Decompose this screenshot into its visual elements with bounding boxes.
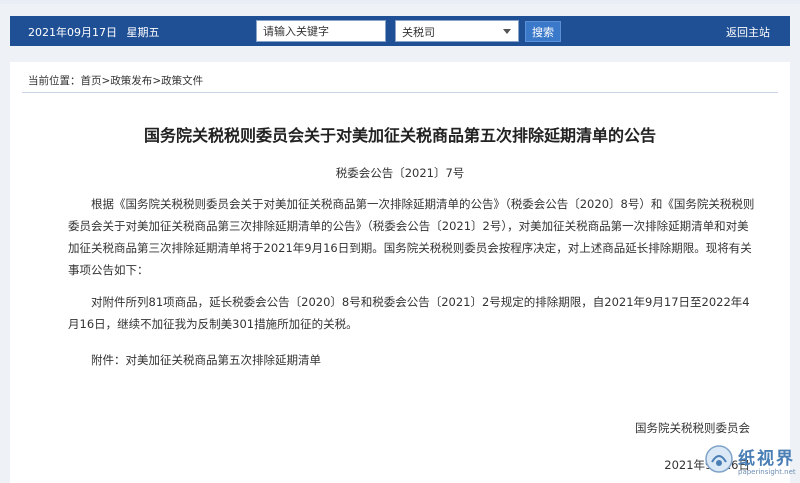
article-title: 国务院关税税则委员会关于对美加征关税商品第五次排除延期清单的公告 — [143, 126, 656, 145]
watermark-emblem-icon — [705, 445, 733, 473]
article-paragraph: 对附件所列81项商品，延长税委会公告〔2020〕8号和税委会公告〔2021〕2号… — [68, 295, 750, 331]
breadcrumb-divider — [22, 92, 778, 93]
top-nav-bar: 2021年09月17日 星期五 关税司 搜索 返回主站 — [10, 16, 790, 46]
top-band — [0, 0, 800, 4]
breadcrumb-policy-docs[interactable]: 政策文件 — [161, 75, 203, 87]
return-home-link[interactable]: 返回主站 — [726, 24, 770, 40]
watermark-logo: 纸视界 paperinsight.net — [700, 440, 800, 483]
current-date: 2021年09月17日 星期五 — [28, 24, 166, 40]
breadcrumb: 当前位置：首页>政策发布>政策文件 — [28, 75, 204, 87]
weekday-text: 星期五 — [126, 26, 160, 39]
search-button[interactable]: 搜索 — [525, 21, 561, 42]
attachment-link[interactable]: 附件：对美加征关税商品第五次排除延期清单 — [68, 349, 758, 371]
category-select-value: 关税司 — [402, 26, 435, 39]
category-select[interactable]: 关税司 — [395, 20, 519, 42]
date-text: 2021年09月17日 — [28, 26, 117, 39]
article-paragraph: 根据《国务院关税税则委员会关于对美加征关税商品第一次排除延期清单的公告》（税委会… — [68, 197, 755, 277]
breadcrumb-policy-release[interactable]: 政策发布 — [110, 75, 152, 87]
watermark-url: paperinsight.net — [738, 468, 796, 476]
document-number: 税委会公告〔2021〕7号 — [335, 166, 465, 180]
signature-organization: 国务院关税税则委员会 — [635, 421, 750, 435]
breadcrumb-home[interactable]: 首页 — [81, 75, 102, 87]
breadcrumb-label: 当前位置： — [28, 75, 81, 87]
article-panel: 当前位置：首页>政策发布>政策文件 国务院关税税则委员会关于对美加征关税商品第五… — [10, 62, 790, 483]
search-input[interactable] — [256, 20, 386, 42]
watermark-text: 纸视界 — [738, 449, 795, 469]
chevron-down-icon — [503, 29, 511, 34]
